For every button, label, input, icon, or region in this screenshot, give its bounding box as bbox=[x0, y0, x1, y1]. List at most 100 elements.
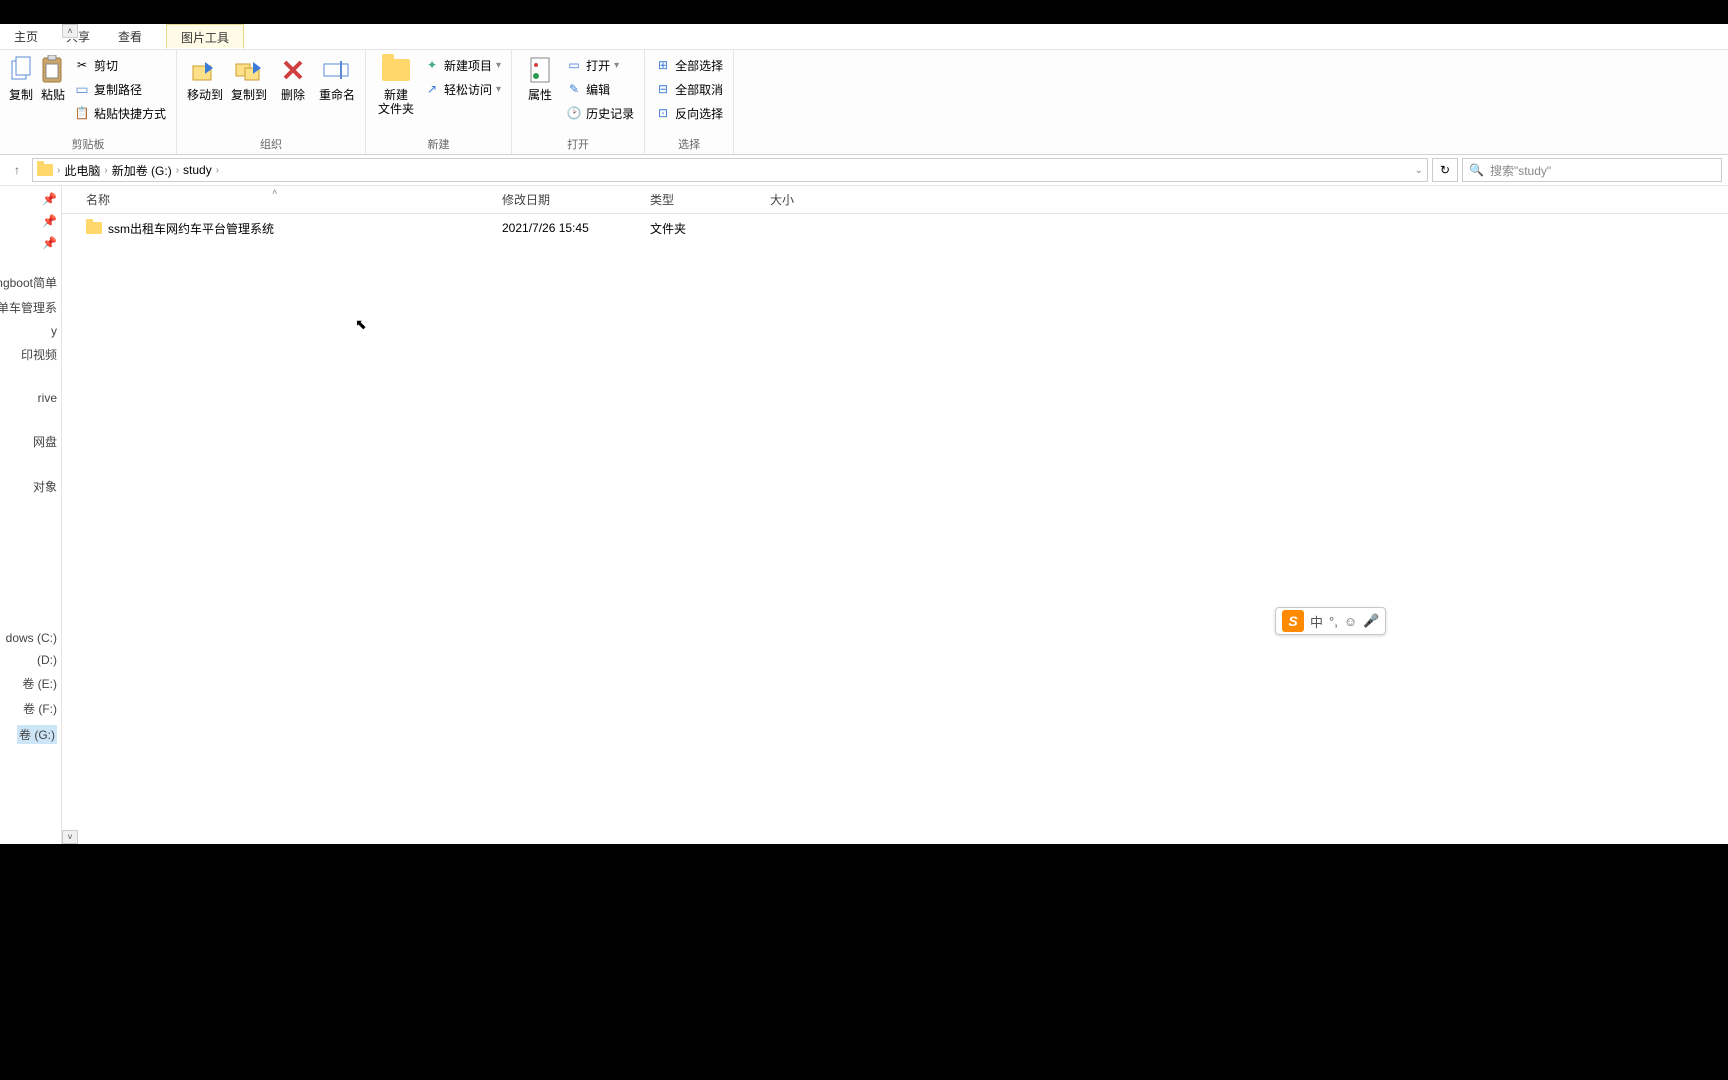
delete-button[interactable]: 删除 bbox=[271, 52, 315, 102]
column-date[interactable]: 修改日期 bbox=[502, 191, 650, 208]
paste-button[interactable]: 粘贴 bbox=[36, 52, 70, 102]
nav-item[interactable]: ngboot简单 bbox=[0, 274, 57, 291]
open-button[interactable]: ▭ 打开 ▾ bbox=[562, 54, 638, 76]
nav-scroll-up[interactable]: ˄ bbox=[62, 24, 78, 38]
ribbon-group-new: 新建 文件夹 ✦ 新建项目 ▾ ↗ 轻松访问 ▾ 新建 bbox=[366, 50, 512, 154]
nav-drive[interactable]: 卷 (E:) bbox=[22, 675, 57, 692]
history-dropdown-icon[interactable]: ⌄ bbox=[1415, 165, 1423, 176]
address-bar: ↑ › 此电脑› 新加卷 (G:)› study› ⌄ ↻ 🔍 搜索"study… bbox=[0, 155, 1728, 186]
tab-view[interactable]: 查看 bbox=[104, 24, 156, 49]
ime-emoji-button[interactable]: ☺ bbox=[1344, 614, 1357, 629]
column-size[interactable]: 大小 bbox=[770, 191, 850, 208]
edit-button[interactable]: ✎ 编辑 bbox=[562, 78, 638, 100]
nav-drive[interactable]: 卷 (F:) bbox=[23, 700, 57, 717]
cut-button[interactable]: ✂ 剪切 bbox=[70, 54, 170, 76]
tab-share[interactable]: 共享 bbox=[52, 24, 104, 49]
navigation-pane[interactable]: 📌 📌 📌 ngboot简单 单车管理系 y 印视频 rive 网盘 对象 do… bbox=[0, 186, 62, 844]
nav-drive[interactable]: 卷 (G:) bbox=[17, 725, 57, 744]
copy-path-icon: ▭ bbox=[74, 81, 90, 97]
dropdown-icon: ▾ bbox=[496, 60, 501, 71]
pin-icon: 📌 bbox=[42, 236, 57, 250]
new-folder-icon bbox=[380, 54, 412, 86]
nav-drive[interactable]: dows (C:) bbox=[6, 631, 57, 645]
invert-selection-icon: ⊡ bbox=[655, 105, 671, 121]
file-row[interactable]: ssm出租车网约车平台管理系统 2021/7/26 15:45 文件夹 bbox=[62, 214, 1728, 242]
copy-icon bbox=[5, 54, 37, 86]
explorer-window: 主页 共享 查看 图片工具 复制 粘贴 bbox=[0, 24, 1728, 844]
tab-home[interactable]: 主页 bbox=[0, 24, 52, 49]
ribbon-group-select: ⊞ 全部选择 ⊟ 全部取消 ⊡ 反向选择 选择 bbox=[645, 50, 734, 154]
dropdown-icon: ▾ bbox=[496, 84, 501, 95]
nav-item[interactable]: 单车管理系 bbox=[0, 299, 57, 316]
history-icon: 🕑 bbox=[566, 105, 582, 121]
open-icon: ▭ bbox=[566, 57, 582, 73]
ime-logo-icon: S bbox=[1282, 610, 1304, 632]
main-area: 📌 📌 📌 ngboot简单 单车管理系 y 印视频 rive 网盘 对象 do… bbox=[0, 186, 1728, 844]
select-all-button[interactable]: ⊞ 全部选择 bbox=[651, 54, 727, 76]
nav-item[interactable]: rive bbox=[38, 391, 57, 405]
copy-button[interactable]: 复制 bbox=[6, 52, 36, 102]
history-button[interactable]: 🕑 历史记录 bbox=[562, 102, 638, 124]
properties-button[interactable]: 属性 bbox=[518, 52, 562, 102]
easy-access-button[interactable]: ↗ 轻松访问 ▾ bbox=[420, 78, 505, 100]
group-label-new: 新建 bbox=[428, 134, 450, 154]
new-item-button[interactable]: ✦ 新建项目 ▾ bbox=[420, 54, 505, 76]
delete-icon bbox=[277, 54, 309, 86]
file-name: ssm出租车网约车平台管理系统 bbox=[108, 220, 274, 237]
column-type[interactable]: 类型 bbox=[650, 191, 770, 208]
file-list: 名称 ˄ 修改日期 类型 大小 ssm出租车网约车平台管理系统 2021/7/2… bbox=[62, 186, 1728, 844]
group-label-open: 打开 bbox=[567, 134, 589, 154]
paste-shortcut-button[interactable]: 📋 粘贴快捷方式 bbox=[70, 102, 170, 124]
folder-icon bbox=[86, 222, 102, 234]
paste-icon bbox=[37, 54, 69, 86]
move-to-button[interactable]: 移动到 bbox=[183, 52, 227, 102]
column-name[interactable]: 名称 ˄ bbox=[62, 191, 502, 208]
ribbon-tabs: 主页 共享 查看 图片工具 bbox=[0, 24, 1728, 50]
ribbon-group-clipboard: 复制 粘贴 ✂ 剪切 ▭ 复制路径 bbox=[0, 50, 177, 154]
refresh-button[interactable]: ↻ bbox=[1432, 158, 1458, 182]
nav-item[interactable]: 网盘 bbox=[33, 433, 57, 450]
crumb-this-pc[interactable]: 此电脑› bbox=[64, 162, 107, 179]
new-folder-button[interactable]: 新建 文件夹 bbox=[372, 52, 420, 117]
nav-item[interactable]: y bbox=[51, 324, 57, 338]
nav-drive[interactable]: (D:) bbox=[37, 653, 57, 667]
rename-button[interactable]: 重命名 bbox=[315, 52, 359, 102]
ribbon-group-open: 属性 ▭ 打开 ▾ ✎ 编辑 🕑 历史记录 bbox=[512, 50, 645, 154]
copy-to-button[interactable]: 复制到 bbox=[227, 52, 271, 102]
group-label-organize: 组织 bbox=[260, 134, 282, 154]
crumb-folder[interactable]: study› bbox=[183, 163, 219, 177]
ime-toolbar[interactable]: S 中 °, ☺ 🎤 bbox=[1275, 607, 1386, 635]
ribbon-group-organize: 移动到 复制到 删除 bbox=[177, 50, 366, 154]
crumb-volume[interactable]: 新加卷 (G:)› bbox=[112, 162, 179, 179]
paste-shortcut-icon: 📋 bbox=[74, 105, 90, 121]
folder-icon bbox=[37, 164, 53, 176]
file-date: 2021/7/26 15:45 bbox=[502, 221, 650, 235]
invert-selection-button[interactable]: ⊡ 反向选择 bbox=[651, 102, 727, 124]
copy-path-button[interactable]: ▭ 复制路径 bbox=[70, 78, 170, 100]
rename-icon bbox=[321, 54, 353, 86]
group-label-clipboard: 剪贴板 bbox=[72, 134, 105, 154]
easy-access-icon: ↗ bbox=[424, 81, 440, 97]
select-none-button[interactable]: ⊟ 全部取消 bbox=[651, 78, 727, 100]
select-none-icon: ⊟ bbox=[655, 81, 671, 97]
cursor-icon: ⬉ bbox=[355, 316, 367, 333]
group-label-select: 选择 bbox=[678, 134, 700, 154]
new-item-icon: ✦ bbox=[424, 57, 440, 73]
nav-item[interactable]: 对象 bbox=[33, 478, 57, 495]
select-all-icon: ⊞ bbox=[655, 57, 671, 73]
search-icon: 🔍 bbox=[1469, 163, 1484, 177]
search-input[interactable]: 🔍 搜索"study" bbox=[1462, 158, 1722, 182]
tab-picture-tools[interactable]: 图片工具 bbox=[166, 24, 244, 49]
copy-to-icon bbox=[233, 54, 265, 86]
properties-icon bbox=[524, 54, 556, 86]
up-button[interactable]: ↑ bbox=[6, 159, 28, 181]
ime-punct-toggle[interactable]: °, bbox=[1329, 614, 1338, 629]
ime-lang-toggle[interactable]: 中 bbox=[1310, 612, 1323, 631]
breadcrumb[interactable]: › 此电脑› 新加卷 (G:)› study› ⌄ bbox=[32, 158, 1428, 182]
edit-icon: ✎ bbox=[566, 81, 582, 97]
ime-mic-button[interactable]: 🎤 bbox=[1363, 613, 1379, 629]
chevron-right-icon: › bbox=[57, 165, 60, 176]
move-to-icon bbox=[189, 54, 221, 86]
nav-item[interactable]: 印视频 bbox=[21, 346, 57, 363]
pin-icon: 📌 bbox=[42, 214, 57, 228]
